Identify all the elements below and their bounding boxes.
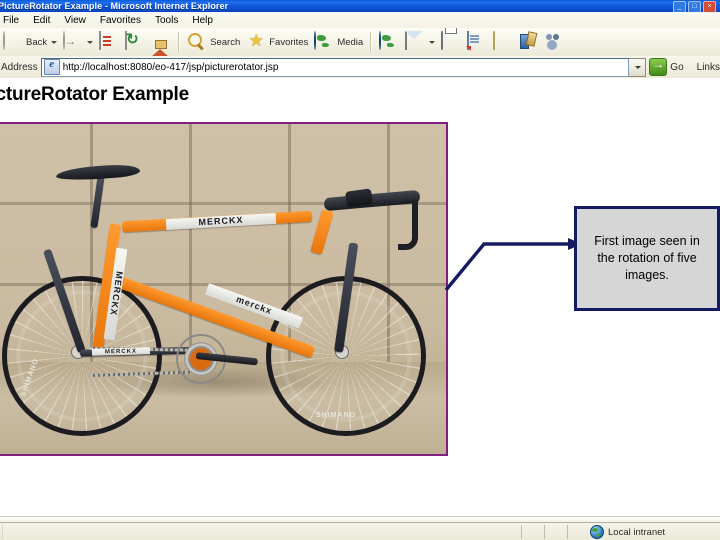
stop-icon	[99, 31, 119, 52]
security-zone-label: Local intranet	[608, 526, 666, 538]
address-label: Address	[1, 61, 38, 73]
forward-button[interactable]: →	[60, 30, 96, 54]
menu-item-edit[interactable]: Edit	[26, 13, 57, 28]
back-button[interactable]: ← Back	[0, 30, 60, 54]
media-button[interactable]: Media	[311, 30, 366, 54]
close-button[interactable]: ×	[703, 1, 716, 12]
go-button[interactable]: Go	[646, 57, 688, 77]
browser-window: PictureRotator Example - Microsoft Inter…	[0, 0, 720, 540]
elbow-arrow-connector	[444, 238, 582, 292]
mail-chevron-down-icon[interactable]	[429, 40, 436, 44]
media-globe-icon	[314, 31, 334, 52]
favorites-label: Favorites	[269, 36, 309, 48]
minimize-button[interactable]: _	[673, 1, 686, 12]
address-input[interactable]: http://localhost:8080/eo-417/jsp/picture…	[40, 57, 630, 77]
page-favicon-icon	[43, 59, 60, 75]
window-title: PictureRotator Example - Microsoft Inter…	[0, 0, 229, 11]
messenger-button[interactable]	[516, 30, 542, 54]
callout-text: First image seen in the rotation of five…	[594, 234, 700, 282]
handlebar-drop	[398, 200, 418, 250]
links-label[interactable]: Links	[689, 62, 720, 73]
menu-item-file[interactable]: File	[0, 13, 26, 28]
status-cell-1	[521, 525, 544, 539]
title-bar: PictureRotator Example - Microsoft Inter…	[0, 0, 720, 12]
toolbar-separator	[178, 32, 181, 52]
callout-box: First image seen in the rotation of five…	[574, 206, 720, 311]
menu-item-tools[interactable]: Tools	[148, 13, 185, 28]
page-title: PictureRotator Example	[0, 84, 189, 105]
go-label: Go	[670, 61, 684, 73]
folder-icon	[493, 31, 513, 52]
status-cell-2	[544, 525, 567, 539]
seat-post	[90, 175, 105, 229]
mail-button[interactable]	[402, 30, 438, 54]
toolbar: ← Back → Search ★ Favorites	[0, 28, 720, 57]
history-globe-icon	[379, 31, 399, 52]
edit-button[interactable]	[464, 30, 490, 54]
search-button[interactable]: Search	[184, 30, 243, 54]
menu-item-help[interactable]: Help	[185, 13, 220, 28]
history-button[interactable]	[376, 30, 402, 54]
globe-icon	[590, 525, 604, 539]
top-tube-decal: MERCKX	[165, 212, 277, 231]
stop-button[interactable]	[96, 30, 122, 54]
messenger-icon	[519, 32, 539, 52]
home-button[interactable]	[148, 30, 174, 56]
page-content: PictureRotator Example	[0, 78, 720, 522]
edit-page-icon	[467, 31, 487, 52]
security-zone[interactable]: Local intranet	[567, 525, 720, 539]
search-icon	[187, 32, 207, 52]
toolbar-separator-2	[370, 32, 373, 52]
status-message	[2, 525, 519, 539]
home-icon	[151, 32, 171, 56]
forward-arrow-icon: →	[63, 31, 83, 52]
rotating-image[interactable]: MERCKX MERCKX merckx MERCKX SHIMANO SHIM…	[0, 122, 448, 456]
media-label: Media	[337, 36, 364, 48]
front-rim-decal: SHIMANO	[316, 412, 357, 419]
print-button[interactable]	[438, 30, 464, 54]
people-button[interactable]	[542, 30, 568, 54]
status-bar: Local intranet	[0, 522, 720, 540]
bicycle-graphic: MERCKX MERCKX merckx MERCKX SHIMANO SHIM…	[0, 124, 446, 454]
back-arrow-icon: ←	[3, 31, 23, 52]
back-label: Back	[26, 36, 48, 48]
chevron-down-icon[interactable]	[51, 40, 58, 44]
favorites-button[interactable]: ★ Favorites	[243, 30, 311, 54]
head-tube	[310, 209, 334, 255]
maximize-button[interactable]: □	[688, 1, 701, 12]
print-icon	[441, 31, 461, 52]
address-dropdown-button[interactable]	[629, 57, 647, 77]
discuss-button[interactable]	[490, 30, 516, 54]
refresh-button[interactable]	[122, 30, 148, 54]
people-icon	[545, 32, 565, 52]
star-icon: ★	[248, 31, 264, 50]
address-url-text[interactable]: http://localhost:8080/eo-417/jsp/picture…	[63, 60, 279, 75]
window-controls: _ □ ×	[673, 1, 716, 12]
menu-item-favorites[interactable]: Favorites	[93, 13, 148, 28]
refresh-icon	[125, 31, 145, 52]
menu-item-view[interactable]: View	[57, 13, 93, 28]
search-label: Search	[210, 36, 241, 48]
mail-icon	[405, 31, 425, 52]
go-arrow-icon	[649, 57, 668, 76]
address-bar: Address http://localhost:8080/eo-417/jsp…	[0, 56, 720, 79]
menu-bar: File Edit View Favorites Tools Help	[0, 12, 720, 29]
chevron-down-icon	[634, 65, 641, 69]
forward-chevron-down-icon[interactable]	[87, 40, 94, 44]
